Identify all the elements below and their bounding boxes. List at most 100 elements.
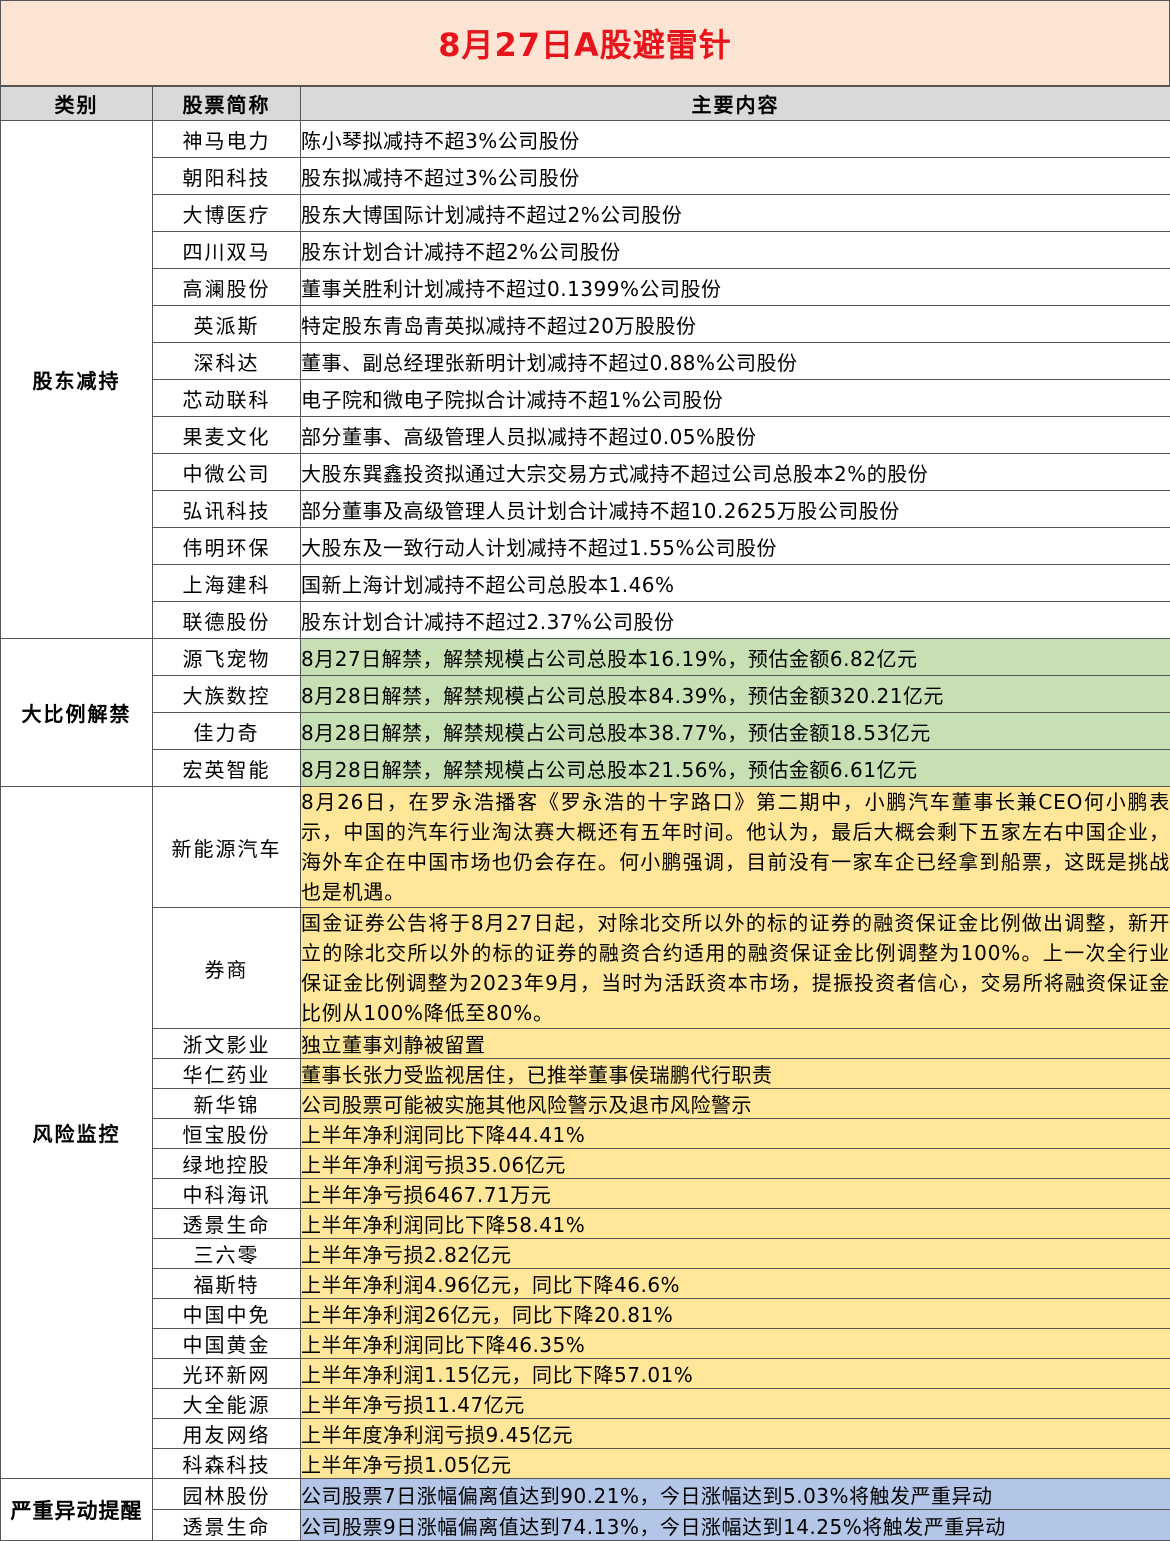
table-row: 大博医疗 股东大博国际计划减持不超过2%公司股份 <box>1 195 1170 232</box>
content-text: 8月28日解禁，解禁规模占公司总股本38.77%，预估金额18.53亿元 <box>301 713 1170 750</box>
table-row: 光环新网 上半年净利润1.15亿元，同比下降57.01% <box>1 1359 1170 1389</box>
content-text: 上半年净利润亏损35.06亿元 <box>301 1149 1170 1179</box>
table-row: 中国黄金 上半年净利润同比下降46.35% <box>1 1329 1170 1359</box>
content-text: 上半年净亏损2.82亿元 <box>301 1239 1170 1269</box>
content-text: 董事关胜利计划减持不超过0.1399%公司股份 <box>301 269 1170 306</box>
table-row: 透景生命 上半年净利润同比下降58.41% <box>1 1209 1170 1239</box>
stock-name: 园林股份 <box>153 1479 301 1510</box>
stock-name: 新华锦 <box>153 1089 301 1119</box>
table-row: 中科海讯 上半年净亏损6467.71万元 <box>1 1179 1170 1209</box>
stock-name: 科森科技 <box>153 1449 301 1479</box>
table-row: 果麦文化 部分董事、高级管理人员拟减持不超过0.05%股份 <box>1 417 1170 454</box>
content-text: 大股东巽鑫投资拟通过大宗交易方式减持不超过公司总股本2%的股份 <box>301 454 1170 491</box>
stock-name: 大族数控 <box>153 676 301 713</box>
content-text: 股东计划合计减持不超2%公司股份 <box>301 232 1170 269</box>
header-content: 主要内容 <box>301 87 1170 121</box>
stock-name: 福斯特 <box>153 1269 301 1299</box>
stock-name: 英派斯 <box>153 306 301 343</box>
content-text: 上半年净利润同比下降58.41% <box>301 1209 1170 1239</box>
risk-table: 类别 股票简称 主要内容 股东减持 神马电力 陈小琴拟减持不超3%公司股份 朝阳… <box>0 86 1170 1541</box>
stock-name: 中微公司 <box>153 454 301 491</box>
table-row: 浙文影业 独立董事刘静被留置 <box>1 1029 1170 1059</box>
table-row: 风险监控 新能源汽车 8月26日，在罗永浩播客《罗永浩的十字路口》第二期中，小鹏… <box>1 787 1170 908</box>
content-text: 公司股票9日涨幅偏离值达到74.13%，今日涨幅达到14.25%将触发严重异动 <box>301 1510 1170 1541</box>
content-text: 部分董事及高级管理人员计划合计减持不超10.2625万股公司股份 <box>301 491 1170 528</box>
stock-name: 联德股份 <box>153 602 301 639</box>
content-text: 上半年净亏损11.47亿元 <box>301 1389 1170 1419</box>
stock-name: 新能源汽车 <box>153 787 301 908</box>
stock-name: 绿地控股 <box>153 1149 301 1179</box>
table-row: 用友网络 上半年度净利润亏损9.45亿元 <box>1 1419 1170 1449</box>
table-row: 券商 国金证券公告将于8月27日起，对除北交所以外的标的证券的融资保证金比例做出… <box>1 908 1170 1029</box>
content-text: 股东计划合计减持不超过2.37%公司股份 <box>301 602 1170 639</box>
stock-name: 宏英智能 <box>153 750 301 787</box>
stock-name: 券商 <box>153 908 301 1029</box>
table-row: 上海建科 国新上海计划减持不超公司总股本1.46% <box>1 565 1170 602</box>
stock-name: 深科达 <box>153 343 301 380</box>
stock-name: 中国中免 <box>153 1299 301 1329</box>
content-text: 董事、副总经理张新明计划减持不超过0.88%公司股份 <box>301 343 1170 380</box>
stock-name: 弘讯科技 <box>153 491 301 528</box>
category-shareholder-reduction: 股东减持 <box>1 121 153 639</box>
content-text: 上半年净利润4.96亿元，同比下降46.6% <box>301 1269 1170 1299</box>
content-text: 上半年净利润1.15亿元，同比下降57.01% <box>301 1359 1170 1389</box>
table-row: 中微公司 大股东巽鑫投资拟通过大宗交易方式减持不超过公司总股本2%的股份 <box>1 454 1170 491</box>
table-row: 中国中免 上半年净利润26亿元，同比下降20.81% <box>1 1299 1170 1329</box>
table-row: 绿地控股 上半年净利润亏损35.06亿元 <box>1 1149 1170 1179</box>
header-stock: 股票简称 <box>153 87 301 121</box>
stock-name: 中国黄金 <box>153 1329 301 1359</box>
table-row: 严重异动提醒 园林股份 公司股票7日涨幅偏离值达到90.21%，今日涨幅达到5.… <box>1 1479 1170 1510</box>
table-row: 佳力奇 8月28日解禁，解禁规模占公司总股本38.77%，预估金额18.53亿元 <box>1 713 1170 750</box>
table-row: 透景生命 公司股票9日涨幅偏离值达到74.13%，今日涨幅达到14.25%将触发… <box>1 1510 1170 1541</box>
table-row: 大全能源 上半年净亏损11.47亿元 <box>1 1389 1170 1419</box>
stock-name: 恒宝股份 <box>153 1119 301 1149</box>
stock-name: 用友网络 <box>153 1419 301 1449</box>
table-row: 朝阳科技 股东拟减持不超过3%公司股份 <box>1 158 1170 195</box>
table-row: 宏英智能 8月28日解禁，解禁规模占公司总股本21.56%，预估金额6.61亿元 <box>1 750 1170 787</box>
header-category: 类别 <box>1 87 153 121</box>
stock-name: 华仁药业 <box>153 1059 301 1089</box>
stock-name: 果麦文化 <box>153 417 301 454</box>
content-text: 8月28日解禁，解禁规模占公司总股本21.56%，预估金额6.61亿元 <box>301 750 1170 787</box>
content-text: 股东拟减持不超过3%公司股份 <box>301 158 1170 195</box>
stock-name: 四川双马 <box>153 232 301 269</box>
category-risk-monitor: 风险监控 <box>1 787 153 1479</box>
stock-name: 朝阳科技 <box>153 158 301 195</box>
table-row: 高澜股份 董事关胜利计划减持不超过0.1399%公司股份 <box>1 269 1170 306</box>
stock-name: 佳力奇 <box>153 713 301 750</box>
table-row: 伟明环保 大股东及一致行动人计划减持不超过1.55%公司股份 <box>1 528 1170 565</box>
content-text: 上半年净亏损1.05亿元 <box>301 1449 1170 1479</box>
table-row: 股东减持 神马电力 陈小琴拟减持不超3%公司股份 <box>1 121 1170 158</box>
table-row: 福斯特 上半年净利润4.96亿元，同比下降46.6% <box>1 1269 1170 1299</box>
stock-name: 大博医疗 <box>153 195 301 232</box>
stock-name: 上海建科 <box>153 565 301 602</box>
content-text: 电子院和微电子院拟合计减持不超1%公司股份 <box>301 380 1170 417</box>
table-row: 新华锦 公司股票可能被实施其他风险警示及退市风险警示 <box>1 1089 1170 1119</box>
stock-name: 浙文影业 <box>153 1029 301 1059</box>
category-abnormal-alert: 严重异动提醒 <box>1 1479 153 1541</box>
stock-name: 中科海讯 <box>153 1179 301 1209</box>
content-text: 上半年净利润同比下降44.41% <box>301 1119 1170 1149</box>
stock-name: 芯动联科 <box>153 380 301 417</box>
content-text: 陈小琴拟减持不超3%公司股份 <box>301 121 1170 158</box>
stock-name: 三六零 <box>153 1239 301 1269</box>
content-text: 股东大博国际计划减持不超过2%公司股份 <box>301 195 1170 232</box>
content-text: 特定股东青岛青英拟减持不超过20万股股份 <box>301 306 1170 343</box>
table-row: 华仁药业 董事长张力受监视居住，已推举董事侯瑞鹏代行职责 <box>1 1059 1170 1089</box>
stock-name: 大全能源 <box>153 1389 301 1419</box>
table-row: 三六零 上半年净亏损2.82亿元 <box>1 1239 1170 1269</box>
content-text: 上半年净亏损6467.71万元 <box>301 1179 1170 1209</box>
table-row: 英派斯 特定股东青岛青英拟减持不超过20万股股份 <box>1 306 1170 343</box>
content-text: 公司股票7日涨幅偏离值达到90.21%，今日涨幅达到5.03%将触发严重异动 <box>301 1479 1170 1510</box>
stock-name: 源飞宠物 <box>153 639 301 676</box>
content-text: 大股东及一致行动人计划减持不超过1.55%公司股份 <box>301 528 1170 565</box>
content-text: 8月27日解禁，解禁规模占公司总股本16.19%，预估金额6.82亿元 <box>301 639 1170 676</box>
table-row: 四川双马 股东计划合计减持不超2%公司股份 <box>1 232 1170 269</box>
table-row: 恒宝股份 上半年净利润同比下降44.41% <box>1 1119 1170 1149</box>
stock-name: 透景生命 <box>153 1510 301 1541</box>
stock-name: 神马电力 <box>153 121 301 158</box>
table-row: 大比例解禁 源飞宠物 8月27日解禁，解禁规模占公司总股本16.19%，预估金额… <box>1 639 1170 676</box>
stock-name: 高澜股份 <box>153 269 301 306</box>
content-text: 上半年净利润26亿元，同比下降20.81% <box>301 1299 1170 1329</box>
stock-name: 光环新网 <box>153 1359 301 1389</box>
